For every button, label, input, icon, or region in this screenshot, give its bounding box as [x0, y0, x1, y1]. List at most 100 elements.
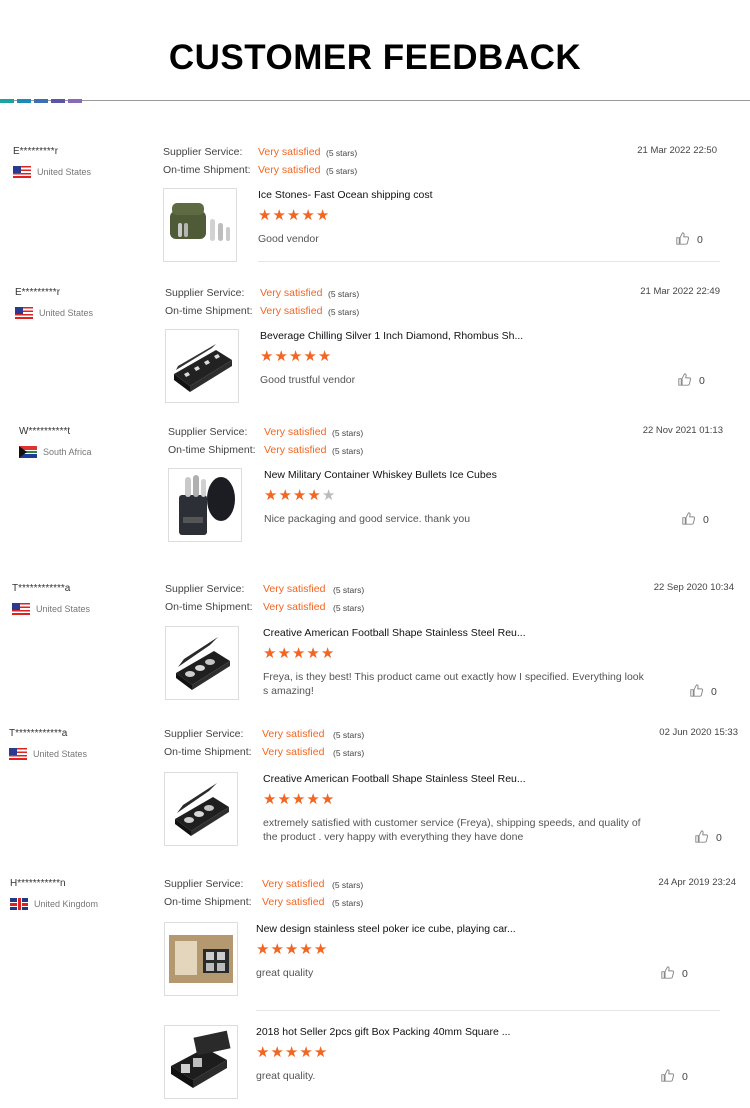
page-title: CUSTOMER FEEDBACK — [168, 38, 582, 77]
star-filled-icon: ★ — [306, 645, 320, 662]
product-name[interactable]: New Military Container Whiskey Bullets I… — [264, 469, 497, 481]
thumbs-up-icon — [695, 830, 709, 846]
supplier-service-label: Supplier Service: — [164, 878, 244, 890]
supplier-service-label: Supplier Service: — [165, 287, 245, 299]
accent-bar — [68, 99, 82, 103]
star-filled-icon: ★ — [307, 487, 321, 504]
like-button[interactable]: 0 — [676, 232, 703, 248]
reviewer-name: H***********n — [10, 878, 66, 889]
product-thumbnail[interactable] — [164, 772, 238, 846]
accent-bar — [0, 99, 14, 103]
review-date: 21 Mar 2022 22:49 — [640, 286, 720, 297]
country-name: South Africa — [43, 447, 92, 457]
star-filled-icon: ★ — [272, 207, 286, 224]
ontime-shipment-value: Very satisfied — [263, 601, 326, 613]
review-comment: great quality — [256, 966, 651, 980]
star-filled-icon: ★ — [263, 645, 277, 662]
like-button[interactable]: 0 — [682, 512, 709, 528]
product-name[interactable]: 2018 hot Seller 2pcs gift Box Packing 40… — [256, 1026, 510, 1038]
review-date: 21 Mar 2022 22:50 — [637, 145, 717, 156]
product-image — [169, 469, 241, 541]
review-comment: Good vendor — [258, 232, 653, 246]
rating-stars: ★ ★ ★ ★ ★ — [263, 791, 334, 808]
thumbs-up-icon — [661, 1069, 675, 1085]
like-button[interactable]: 0 — [690, 684, 717, 700]
product-image — [165, 923, 237, 995]
reviewer-country: United States — [15, 307, 93, 319]
star-filled-icon: ★ — [270, 941, 284, 958]
like-button[interactable]: 0 — [661, 1069, 688, 1085]
supplier-service-label: Supplier Service: — [165, 583, 245, 595]
ontime-shipment-label: On-time Shipment: — [168, 444, 256, 456]
star-filled-icon: ★ — [264, 487, 278, 504]
star-filled-icon: ★ — [303, 348, 317, 365]
star-filled-icon: ★ — [274, 348, 288, 365]
like-count: 0 — [699, 375, 705, 387]
ontime-shipment-stars: (5 stars) — [328, 307, 360, 317]
review-comment: Nice packaging and good service. thank y… — [264, 512, 659, 526]
product-thumbnail[interactable] — [165, 626, 239, 700]
ontime-shipment-label: On-time Shipment: — [165, 305, 253, 317]
reviewer-country: United States — [13, 166, 91, 178]
ontime-shipment-value: Very satisfied — [260, 305, 323, 317]
reviewer-name: W**********t — [19, 426, 71, 437]
product-name[interactable]: Ice Stones- Fast Ocean shipping cost — [258, 189, 433, 201]
country-name: United States — [36, 604, 91, 614]
star-filled-icon: ★ — [313, 1044, 328, 1061]
review-comment-line: extremely satisfied with customer servic… — [263, 817, 641, 829]
star-filled-icon: ★ — [313, 941, 328, 958]
star-filled-icon: ★ — [278, 487, 292, 504]
reviewer-country: South Africa — [19, 446, 92, 458]
product-name[interactable]: Beverage Chilling Silver 1 Inch Diamond,… — [260, 330, 523, 342]
supplier-service-value: Very satisfied — [262, 728, 325, 740]
review-comment-line: the product . very happy with everything… — [263, 831, 524, 843]
review-comment-line: great quality — [256, 967, 314, 979]
thumbs-up-icon — [682, 512, 696, 528]
title-divider — [0, 100, 750, 101]
product-thumbnail[interactable] — [165, 329, 239, 403]
rating-stars: ★ ★ ★ ★ ★ — [264, 487, 335, 504]
ontime-shipment-value: Very satisfied — [262, 896, 325, 908]
star-filled-icon: ★ — [284, 1044, 299, 1061]
review-comment-line: Good trustful vendor — [260, 374, 356, 386]
reviewer-name: T************a — [12, 583, 71, 594]
review-comment-line: Nice packaging and good service. thank y… — [264, 513, 471, 525]
star-filled-icon: ★ — [277, 645, 291, 662]
country-name: United States — [33, 749, 88, 759]
review-comment: Freya, is they best! This product came o… — [263, 670, 658, 698]
star-filled-icon: ★ — [270, 1044, 284, 1061]
like-button[interactable]: 0 — [678, 373, 705, 389]
star-filled-icon: ★ — [291, 645, 306, 662]
ontime-shipment-value: Very satisfied — [262, 746, 325, 758]
thumbs-up-icon — [690, 684, 704, 700]
star-filled-icon: ★ — [315, 207, 330, 224]
product-thumbnail[interactable] — [164, 1025, 238, 1099]
ontime-shipment-label: On-time Shipment: — [164, 746, 252, 758]
like-button[interactable]: 0 — [695, 830, 722, 846]
ontime-shipment-label: On-time Shipment: — [163, 164, 251, 176]
like-button[interactable]: 0 — [661, 966, 688, 982]
product-thumbnail[interactable] — [164, 922, 238, 996]
supplier-service-value: Very satisfied — [258, 146, 321, 158]
star-filled-icon: ★ — [317, 348, 332, 365]
review-date: 02 Jun 2020 15:33 — [659, 727, 738, 738]
review-comment-line: Freya, is they best! This product came o… — [263, 671, 644, 683]
star-filled-icon: ★ — [291, 791, 306, 808]
product-name[interactable]: New design stainless steel poker ice cub… — [256, 923, 516, 935]
product-name[interactable]: Creative American Football Shape Stainle… — [263, 773, 526, 785]
star-filled-icon: ★ — [299, 1044, 313, 1061]
supplier-service-label: Supplier Service: — [164, 728, 244, 740]
product-thumbnail[interactable] — [163, 188, 237, 262]
review-date: 24 Apr 2019 23:24 — [658, 877, 736, 888]
product-thumbnail[interactable] — [168, 468, 242, 542]
review-comment-line: great quality. — [256, 1070, 316, 1082]
flag-uk-icon — [10, 898, 28, 910]
supplier-service-value: Very satisfied — [262, 878, 325, 890]
item-separator — [258, 261, 720, 262]
reviewer-country: United States — [9, 748, 87, 760]
product-name[interactable]: Creative American Football Shape Stainle… — [263, 627, 526, 639]
star-filled-icon: ★ — [301, 207, 315, 224]
star-filled-icon: ★ — [286, 207, 301, 224]
like-count: 0 — [703, 514, 709, 526]
like-count: 0 — [697, 234, 703, 246]
